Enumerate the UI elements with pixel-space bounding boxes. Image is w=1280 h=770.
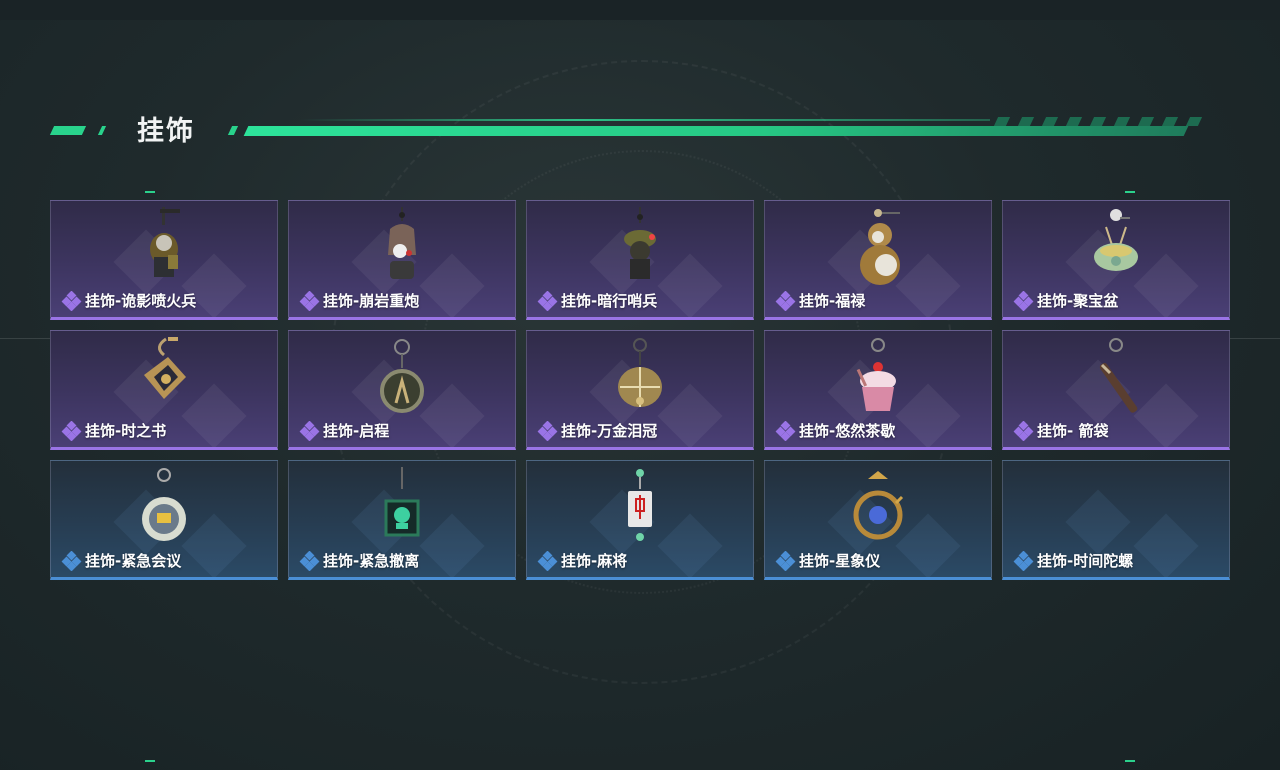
skull-box-charm-icon: [362, 467, 442, 553]
rarity-diamond-icon: [537, 290, 559, 311]
ring-medallion-charm-icon: [362, 337, 442, 423]
section-title: 挂饰: [137, 116, 195, 147]
charm-card[interactable]: 挂饰-诡影喷火兵: [50, 200, 278, 320]
header-checker: [1137, 117, 1155, 126]
golden-crown-charm-icon: [600, 337, 680, 423]
rarity-diamond-icon: [61, 420, 83, 441]
header-checker: [1113, 117, 1131, 126]
charm-card[interactable]: 挂饰-星象仪: [764, 460, 992, 580]
meeting-badge-charm-icon: [124, 467, 204, 553]
quiver-charm-icon: [1076, 337, 1156, 423]
charm-name: 挂饰-崩岩重炮: [323, 292, 420, 310]
charm-name: 挂饰-福禄: [799, 292, 866, 310]
charm-label: 挂饰-聚宝盆: [1013, 290, 1118, 311]
treasure-bowl-charm-icon: [1076, 207, 1156, 293]
header-accent-bar: [227, 126, 239, 135]
corner-tick: [145, 760, 155, 762]
mahjong-tile-charm-icon: [600, 467, 680, 553]
corner-tick: [1125, 191, 1135, 193]
charm-label: 挂饰- 箭袋: [1013, 420, 1108, 441]
header-checker: [1041, 117, 1059, 126]
side-divider-right: [1230, 338, 1280, 339]
charm-label: 挂饰-诡影喷火兵: [61, 290, 196, 311]
charm-label: 挂饰-启程: [299, 420, 389, 441]
astrolabe-charm-icon: [838, 467, 918, 553]
header-accent-bar: [97, 126, 107, 135]
rarity-diamond-icon: [775, 550, 797, 571]
charm-label: 挂饰-时间陀螺: [1013, 550, 1133, 571]
header-accent-bar: [49, 126, 87, 135]
charm-name: 挂饰-暗行哨兵: [561, 292, 658, 310]
header-checker: [1089, 117, 1107, 126]
sentry-charm-icon: [600, 207, 680, 293]
charm-label: 挂饰-紧急撤离: [299, 550, 419, 571]
charm-card[interactable]: 挂饰-时间陀螺: [1002, 460, 1230, 580]
background-diamond: [1065, 489, 1131, 555]
header-checker: [1161, 117, 1179, 126]
charm-label: 挂饰-暗行哨兵: [537, 290, 657, 311]
charm-card[interactable]: 挂饰-福禄: [764, 200, 992, 320]
charm-label: 挂饰-悠然茶歇: [775, 420, 895, 441]
rarity-diamond-icon: [299, 550, 321, 571]
charm-name: 挂饰-时间陀螺: [1037, 552, 1134, 570]
charm-name: 挂饰- 箭袋: [1037, 422, 1109, 440]
charm-card[interactable]: 挂饰-崩岩重炮: [288, 200, 516, 320]
gourd-charm-icon: [838, 207, 918, 293]
rarity-diamond-icon: [1013, 420, 1035, 441]
charm-label: 挂饰-福禄: [775, 290, 865, 311]
charm-card[interactable]: 挂饰-启程: [288, 330, 516, 450]
charm-label: 挂饰-时之书: [61, 420, 166, 441]
corner-tick: [1125, 760, 1135, 762]
charm-card[interactable]: 挂饰-暗行哨兵: [526, 200, 754, 320]
rarity-diamond-icon: [775, 420, 797, 441]
charm-card[interactable]: 挂饰-万金泪冠: [526, 330, 754, 450]
charm-name: 挂饰-万金泪冠: [561, 422, 658, 440]
header-checker: [1185, 117, 1203, 126]
rarity-diamond-icon: [537, 550, 559, 571]
charm-label: 挂饰-万金泪冠: [537, 420, 657, 441]
charm-name: 挂饰-诡影喷火兵: [85, 292, 197, 310]
rarity-diamond-icon: [1013, 290, 1035, 311]
charm-label: 挂饰-星象仪: [775, 550, 880, 571]
header-checker: [993, 117, 1011, 126]
charm-card[interactable]: 挂饰-悠然茶歇: [764, 330, 992, 450]
rarity-diamond-icon: [61, 550, 83, 571]
book-charm-icon: [124, 337, 204, 423]
header-thin-line: [300, 119, 990, 121]
rarity-diamond-icon: [775, 290, 797, 311]
charm-name: 挂饰-启程: [323, 422, 390, 440]
charm-card[interactable]: 挂饰-麻将: [526, 460, 754, 580]
cupcake-charm-icon: [838, 337, 918, 423]
charm-card[interactable]: 挂饰- 箭袋: [1002, 330, 1230, 450]
charm-name: 挂饰-时之书: [85, 422, 167, 440]
charm-label: 挂饰-紧急会议: [61, 550, 181, 571]
charm-name: 挂饰-紧急会议: [85, 552, 182, 570]
corner-tick: [145, 191, 155, 193]
rarity-diamond-icon: [1013, 550, 1035, 571]
charm-name: 挂饰-悠然茶歇: [799, 422, 896, 440]
charm-card[interactable]: 挂饰-紧急会议: [50, 460, 278, 580]
background-diamond: [1133, 513, 1199, 577]
header-checker: [1065, 117, 1083, 126]
rarity-diamond-icon: [61, 290, 83, 311]
charm-name: 挂饰-聚宝盆: [1037, 292, 1119, 310]
charm-name: 挂饰-紧急撤离: [323, 552, 420, 570]
charm-label: 挂饰-麻将: [537, 550, 627, 571]
charm-card[interactable]: 挂饰-聚宝盆: [1002, 200, 1230, 320]
rarity-diamond-icon: [537, 420, 559, 441]
top-bar: [0, 0, 1280, 20]
header-checker: [1017, 117, 1035, 126]
rock-cannon-charm-icon: [362, 207, 442, 293]
header-progress-stripe: [243, 126, 1189, 136]
charm-label: 挂饰-崩岩重炮: [299, 290, 419, 311]
charm-name: 挂饰-星象仪: [799, 552, 881, 570]
flamethrower-soldier-charm-icon: [124, 207, 204, 293]
rarity-diamond-icon: [299, 290, 321, 311]
charm-card[interactable]: 挂饰-紧急撤离: [288, 460, 516, 580]
charm-grid: 挂饰-诡影喷火兵 挂饰-崩岩重炮 挂饰-暗行哨兵 挂饰-福禄 挂饰-聚宝盆 挂饰-时之书挂…: [50, 200, 1230, 580]
side-divider-left: [0, 338, 50, 339]
rarity-diamond-icon: [299, 420, 321, 441]
charm-card[interactable]: 挂饰-时之书: [50, 330, 278, 450]
charm-name: 挂饰-麻将: [561, 552, 628, 570]
